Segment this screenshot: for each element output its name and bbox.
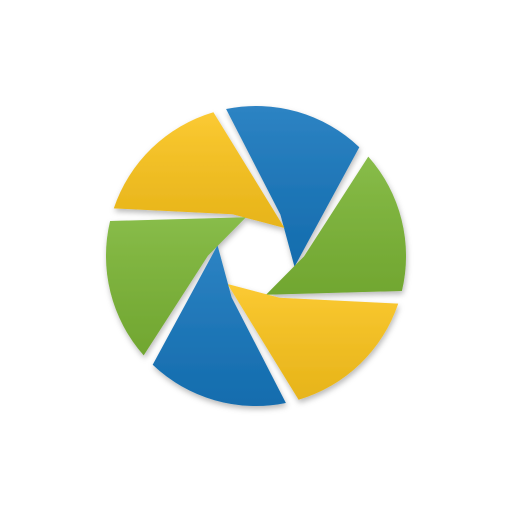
app-icon-canvas bbox=[0, 0, 512, 512]
aperture-logo-icon bbox=[105, 105, 407, 407]
